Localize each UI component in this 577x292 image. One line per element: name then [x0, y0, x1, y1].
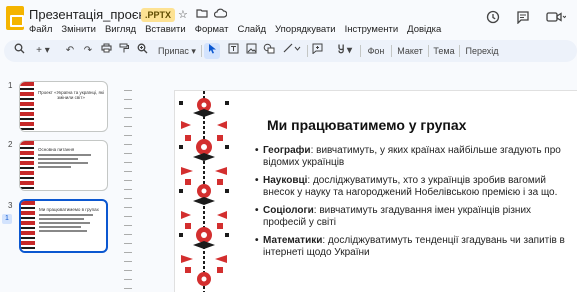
- bullet-text: : досліджуватимуть, хто з українців зроб…: [263, 175, 558, 198]
- current-slide-indicator: 1: [2, 214, 12, 224]
- comment-icon[interactable]: [310, 43, 324, 59]
- thumbnail-line: [39, 214, 94, 216]
- file-type-badge: .PPTX: [141, 8, 176, 22]
- thumbnail-heading: Ми працюватимемо в групах: [39, 207, 99, 212]
- bullet-term: Математики: [263, 235, 323, 246]
- select-icon[interactable]: [204, 43, 220, 59]
- comments-icon[interactable]: [516, 10, 530, 27]
- ornament-strip: [20, 82, 34, 131]
- menu-arrange[interactable]: Упорядкувати: [275, 24, 336, 35]
- thumbnail-text: Ми працюватимемо в групах: [39, 207, 103, 234]
- bullet-item: Математики: досліджуватимуть тенденції з…: [255, 235, 573, 259]
- bullet-item: Географи: вивчатимуть, у яких країнах на…: [255, 145, 573, 169]
- thumbnail-line: [39, 230, 87, 232]
- menu-bar: Файл Змінити Вигляд Вставити Формат Слай…: [29, 24, 441, 35]
- zoom-select[interactable]: Припас ▾: [154, 43, 200, 59]
- shape-icon[interactable]: [262, 43, 276, 59]
- zoom-label: Припас: [158, 46, 189, 56]
- bullet-item: Соціологи: вивчатимуть згадування імен у…: [255, 205, 573, 229]
- slides-logo-icon[interactable]: [6, 6, 24, 30]
- thumbnail-heading: Основна питання: [38, 147, 75, 152]
- background-button[interactable]: Фон: [363, 43, 389, 59]
- new-slide-icon[interactable]: + ▾: [32, 43, 54, 59]
- menu-help[interactable]: Довідка: [407, 24, 441, 35]
- thumbnail-line: [38, 158, 78, 160]
- thumbnail-line: [39, 226, 81, 228]
- cloud-icon[interactable]: [213, 8, 228, 21]
- thumbnail-line: [38, 162, 88, 164]
- meet-icon[interactable]: [546, 10, 567, 27]
- slide-canvas[interactable]: Ми працюватимемо у групах Географи: вивч…: [174, 90, 577, 292]
- bullet-list[interactable]: Географи: вивчатимуть, у яких країнах на…: [255, 145, 573, 265]
- slide-thumbnail-2[interactable]: Основна питання: [19, 140, 108, 191]
- document-title[interactable]: Презентація_проєкту: [29, 7, 157, 22]
- thumbnail-line: [38, 166, 71, 168]
- paint-format-icon[interactable]: [118, 43, 130, 59]
- slide-thumbnail-1[interactable]: Проект «Україна та українці, які змінили…: [19, 81, 108, 132]
- embroidery-ornament: [175, 91, 233, 292]
- thumbnail-line: [38, 154, 91, 156]
- slide-number: 3: [8, 201, 13, 210]
- toolbar-divider: [307, 45, 308, 57]
- title-bar: Презентація_проєкту .PPTX ☆ Файл Змінити…: [0, 0, 577, 40]
- layout-button[interactable]: Макет: [394, 43, 426, 59]
- undo-icon[interactable]: ↶: [64, 43, 76, 59]
- toolbar: + ▾ ↶ ↷ Припас ▾ Ⴘ ▾ Фон Макет Тема Пере…: [4, 40, 577, 62]
- line-icon[interactable]: [282, 43, 302, 59]
- bullet-term: Науковці: [263, 175, 308, 186]
- folder-icon[interactable]: [196, 8, 208, 21]
- thumbnail-text: Основна питання: [38, 147, 104, 170]
- bullet-term: Географи: [263, 145, 311, 156]
- print-icon[interactable]: [100, 43, 112, 59]
- image-icon[interactable]: [244, 43, 258, 59]
- menu-tools[interactable]: Інструменти: [345, 24, 399, 35]
- ornament-strip: [21, 201, 35, 251]
- input-tools-icon[interactable]: Ⴘ ▾: [334, 43, 356, 59]
- thumbnail-line: [39, 222, 91, 224]
- slide-title[interactable]: Ми працюватимемо у групах: [267, 117, 466, 133]
- menu-view[interactable]: Вигляд: [105, 24, 136, 35]
- toolbar-divider: [201, 45, 202, 57]
- star-icon[interactable]: ☆: [178, 8, 188, 21]
- theme-button[interactable]: Тема: [431, 43, 457, 59]
- toolbar-divider: [391, 45, 392, 57]
- toolbar-divider: [428, 45, 429, 57]
- slide-number: 1: [8, 81, 13, 90]
- search-icon[interactable]: [12, 43, 26, 59]
- transition-button[interactable]: Перехід: [462, 43, 502, 59]
- toolbar-divider: [459, 45, 460, 57]
- redo-icon[interactable]: ↷: [82, 43, 94, 59]
- slides-app: Презентація_проєкту .PPTX ☆ Файл Змінити…: [0, 0, 577, 292]
- bullet-term: Соціологи: [263, 205, 314, 216]
- menu-format[interactable]: Формат: [195, 24, 229, 35]
- thumbnail-text: Проект «Україна та українці, які змінили…: [38, 90, 104, 100]
- menu-slide[interactable]: Слайд: [237, 24, 266, 35]
- menu-insert[interactable]: Вставити: [145, 24, 186, 35]
- history-icon[interactable]: [486, 10, 500, 27]
- slide-filmstrip: 1 Проект «Україна та українці, які зміни…: [0, 62, 116, 292]
- toolbar-divider: [360, 45, 361, 57]
- slide-number: 2: [8, 140, 13, 149]
- zoom-icon[interactable]: [136, 43, 148, 59]
- menu-edit[interactable]: Змінити: [61, 24, 96, 35]
- menu-file[interactable]: Файл: [29, 24, 52, 35]
- text-box-icon[interactable]: [226, 43, 240, 59]
- ornament-strip: [20, 141, 34, 190]
- thumbnail-line: [39, 218, 84, 220]
- bullet-item: Науковці: досліджуватимуть, хто з україн…: [255, 175, 573, 199]
- vertical-ruler: [124, 90, 132, 292]
- slide-thumbnail-3[interactable]: Ми працюватимемо в групах: [19, 199, 108, 253]
